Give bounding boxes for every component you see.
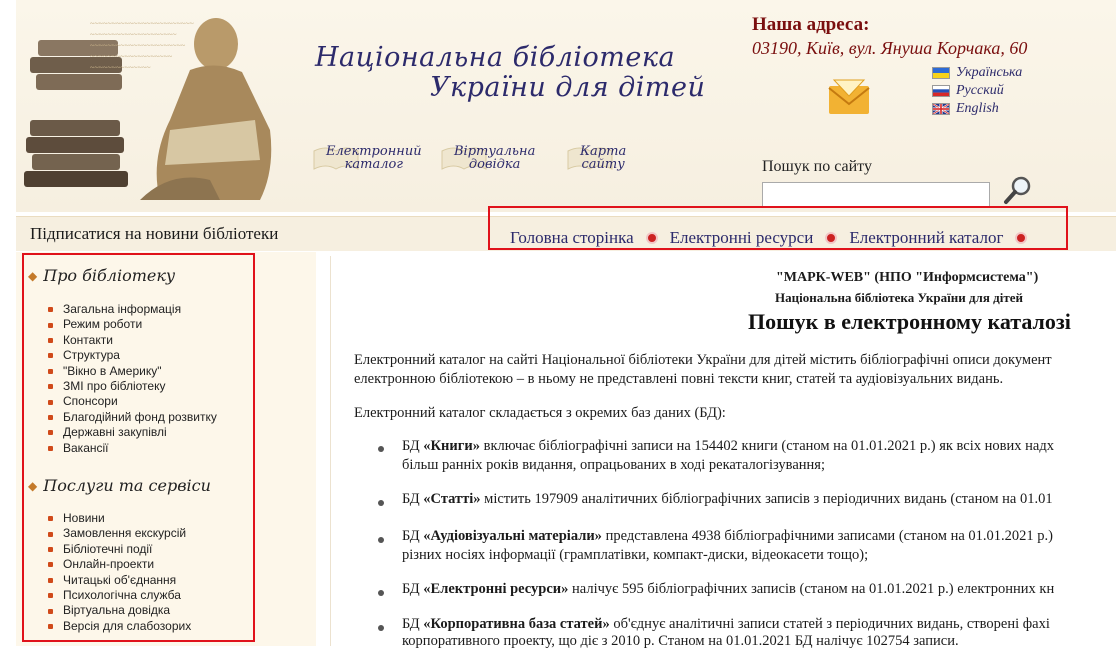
- sidebar-item[interactable]: Психологічна служба: [48, 588, 191, 603]
- sidebar-menu-services: Новини Замовлення екскурсій Бібліотечні …: [48, 511, 191, 634]
- bullet-marker: [378, 500, 384, 506]
- db-desc: налічує 595 бібліографічних записів (ста…: [568, 581, 1055, 597]
- db-name: «Корпоративна база статей»: [423, 616, 610, 632]
- sidebar-item[interactable]: Контакти: [48, 333, 217, 348]
- db-name: «Книги»: [423, 438, 480, 454]
- db-item-corporate-line2: корпоративного проекту, що діє з 2010 р.…: [402, 633, 959, 649]
- nav-electronic-catalog-link[interactable]: Електронний каталог: [849, 228, 1003, 248]
- page: ~~~~~~~~~~~~~~~~~~~~~~~~ ~~~~~~~~~~~~~~~~…: [0, 0, 1116, 649]
- sidebar-item[interactable]: ЗМІ про бібліотеку: [48, 379, 217, 394]
- db-name: «Електронні ресурси»: [423, 581, 569, 597]
- flag-russia-icon: [932, 85, 950, 97]
- search-label: Пошук по сайту: [762, 158, 872, 175]
- address-title: Наша адреса:: [752, 14, 870, 35]
- top-navigation: Головна сторінка Електронні ресурси Елек…: [510, 228, 1039, 248]
- site-title-line1: Національна бібліотека: [315, 42, 676, 73]
- mail-envelope-icon[interactable]: [826, 78, 872, 116]
- subscribe-news-link[interactable]: Підписатися на новини бібліотеки: [30, 224, 278, 244]
- sidebar-menu-about: Загальна інформація Режим роботи Контакт…: [48, 302, 217, 456]
- intro-paragraph-line2: електронною бібліотекою – в ньому не пре…: [354, 371, 1004, 387]
- lang-russian-label: Русский: [956, 83, 1004, 98]
- lang-ukrainian[interactable]: Українська: [932, 64, 1022, 82]
- db-item-corporate: БД «Корпоративна база статей» об'єднує а…: [402, 616, 1050, 633]
- site-map-button[interactable]: Карта сайту: [566, 138, 626, 178]
- db-prefix: БД: [402, 491, 424, 507]
- bullet-marker: [378, 625, 384, 631]
- section-arrow-icon: ◆: [28, 268, 38, 283]
- lang-english-label: English: [956, 101, 999, 116]
- sidebar-item[interactable]: Режим роботи: [48, 317, 217, 332]
- search-input[interactable]: [762, 182, 990, 208]
- db-name: «Статті»: [423, 491, 481, 507]
- sidebar-item[interactable]: Загальна інформація: [48, 302, 217, 317]
- section-arrow-icon: ◆: [28, 478, 38, 493]
- sidebar-item[interactable]: Читацькі об'єднання: [48, 573, 191, 588]
- nav-home-link[interactable]: Головна сторінка: [510, 228, 634, 248]
- db-item-e-resources: БД «Електронні ресурси» налічує 595 бібл…: [402, 581, 1054, 598]
- nav-separator-dot: [1015, 232, 1028, 244]
- virtual-reference-label: Віртуальна довідка: [454, 144, 536, 172]
- db-prefix: БД: [402, 581, 424, 597]
- db-desc: об'єднує аналітичні записи статей з пері…: [609, 616, 1050, 632]
- nav-separator-dot: [645, 232, 658, 244]
- content-system-heading: "МАРК-WEB" (НПО "Информсистема"): [776, 270, 1039, 285]
- sidebar-section-title: Про бібліотеку: [43, 266, 176, 285]
- search-icon[interactable]: [1002, 174, 1034, 206]
- electronic-catalog-button[interactable]: Електронний каталог: [312, 138, 422, 178]
- sidebar-item[interactable]: Віртуальна довідка: [48, 603, 191, 618]
- sidebar-item[interactable]: Спонсори: [48, 394, 217, 409]
- bullet-marker: [378, 590, 384, 596]
- hero-image: ~~~~~~~~~~~~~~~~~~~~~~~~ ~~~~~~~~~~~~~~~~…: [20, 10, 310, 205]
- lang-russian[interactable]: Русский: [932, 82, 1022, 100]
- db-prefix: БД: [402, 528, 424, 544]
- db-prefix: БД: [402, 616, 424, 632]
- bullet-marker: [378, 446, 384, 452]
- db-item-audiovisual-line2: різних носіях інформації (грамплатівки, …: [402, 547, 869, 563]
- sidebar-item[interactable]: Структура: [48, 348, 217, 363]
- sidebar-item[interactable]: Благодійний фонд розвитку: [48, 410, 217, 425]
- db-desc: представлена 4938 бібліографічними запис…: [601, 528, 1053, 544]
- sidebar-item[interactable]: Новини: [48, 511, 191, 526]
- page-title: Пошук в електронному каталозі: [748, 309, 1071, 334]
- sidebar-item[interactable]: Замовлення екскурсій: [48, 526, 191, 541]
- sidebar-item[interactable]: Вакансії: [48, 441, 217, 456]
- nav-separator-dot: [825, 232, 838, 244]
- db-item-articles: БД «Статті» містить 197909 аналітичних б…: [402, 491, 1053, 508]
- sidebar-item[interactable]: Державні закупівлі: [48, 425, 217, 440]
- db-item-books: БД «Книги» включає бібліографічні записи…: [402, 438, 1054, 455]
- hero-background-text: ~~~~~~~~~~~~~~~~~~~~~~~~ ~~~~~~~~~~~~~~~~…: [90, 19, 194, 72]
- site-map-label: Карта сайту: [580, 144, 627, 172]
- db-desc: містить 197909 аналітичних бібліографічн…: [480, 491, 1053, 507]
- language-switcher: Українська Русский English: [932, 64, 1022, 118]
- sidebar-item[interactable]: "Вікно в Америку": [48, 364, 217, 379]
- flag-uk-icon: [932, 103, 950, 115]
- sidebar-item[interactable]: Версія для слабозорих: [48, 619, 191, 634]
- sidebar-item[interactable]: Онлайн-проекти: [48, 557, 191, 572]
- virtual-reference-button[interactable]: Віртуальна довідка: [440, 138, 535, 178]
- lang-english[interactable]: English: [932, 100, 1022, 118]
- flag-ukraine-icon: [932, 67, 950, 79]
- db-name: «Аудіовізуальні матеріали»: [423, 528, 602, 544]
- db-prefix: БД: [402, 438, 424, 454]
- bullet-marker: [378, 537, 384, 543]
- intro-paragraph-line3: Електронний каталог складається з окреми…: [354, 405, 726, 421]
- sidebar-item[interactable]: Бібліотечні події: [48, 542, 191, 557]
- nav-electronic-resources-link[interactable]: Електронні ресурси: [670, 228, 814, 248]
- sidebar-section-title: Послуги та сервіси: [43, 476, 211, 495]
- db-desc: включає бібліографічні записи на 154402 …: [479, 438, 1054, 454]
- sidebar-section-services: ◆ Послуги та сервіси: [28, 476, 211, 495]
- content-library-heading: Національна бібліотека України для дітей: [775, 290, 1023, 305]
- sidebar-section-about: ◆ Про бібліотеку: [28, 266, 175, 285]
- lang-ukrainian-label: Українська: [956, 65, 1023, 80]
- db-item-audiovisual: БД «Аудіовізуальні матеріали» представле…: [402, 528, 1053, 545]
- electronic-catalog-label: Електронний каталог: [326, 144, 422, 172]
- db-item-books-line2: більш ранніх років видання, опрацьованих…: [402, 457, 825, 473]
- intro-paragraph-line1: Електронний каталог на сайті Національно…: [354, 352, 1052, 368]
- site-title-line2: України для дітей: [430, 72, 706, 103]
- address-text: 03190, Київ, вул. Януша Корчака, 60: [752, 38, 1028, 58]
